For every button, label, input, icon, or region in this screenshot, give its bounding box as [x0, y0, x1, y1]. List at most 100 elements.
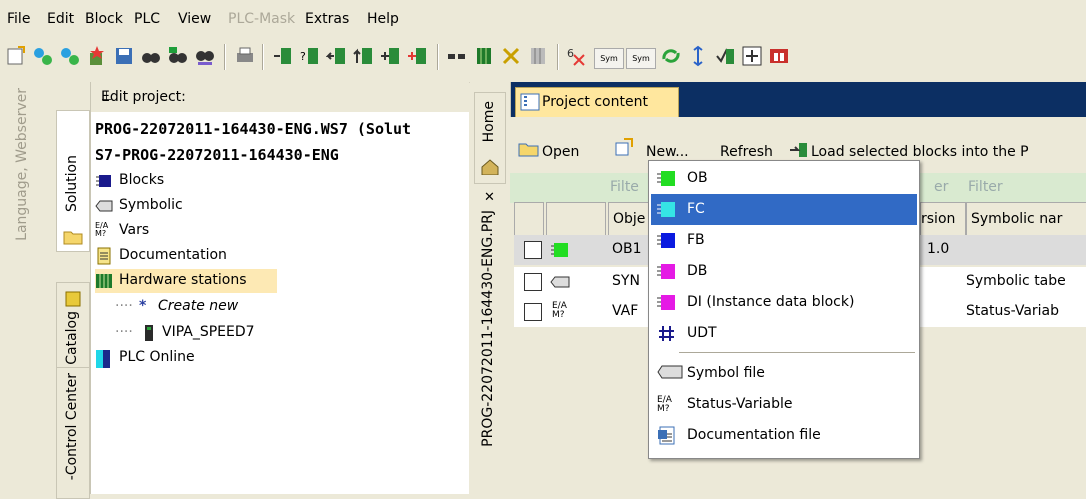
menu-plc[interactable]: PLC: [134, 11, 160, 27]
save-icon[interactable]: [113, 45, 135, 67]
svg-text:?: ?: [300, 50, 306, 63]
menu-item-ob[interactable]: OB: [651, 163, 917, 194]
db-icon: [657, 262, 676, 281]
menu-item-db[interactable]: DB: [651, 256, 917, 287]
filter-obj[interactable]: Filte: [610, 179, 639, 195]
menu-block[interactable]: Block: [85, 11, 123, 27]
tab-home[interactable]: Home: [474, 92, 506, 184]
folder-icon: [63, 229, 83, 249]
column-header-symbolic[interactable]: Symbolic nar: [966, 202, 1086, 236]
row-obj: SYN: [612, 273, 640, 289]
menu-plc-mask: PLC-Mask: [228, 11, 296, 27]
filter-version[interactable]: er: [934, 179, 948, 195]
close-tab-icon[interactable]: ✕: [484, 190, 495, 205]
block-icon-2[interactable]: ?: [299, 45, 321, 67]
udt-icon: [657, 324, 676, 343]
ob-icon: [657, 169, 676, 188]
network2-icon[interactable]: [59, 45, 81, 67]
side-tabs: Solution Catalog -Control Center: [52, 82, 90, 499]
row-checkbox[interactable]: [524, 273, 542, 291]
new-icon: [614, 137, 638, 161]
menu-item-fc[interactable]: FC: [651, 194, 917, 225]
symbol-file-icon: [657, 364, 683, 383]
check-icon[interactable]: [714, 45, 736, 67]
menu-edit[interactable]: Edit: [47, 11, 74, 27]
tab-solution[interactable]: Solution: [56, 110, 90, 252]
toolbar: ? 6 Sym Sym: [0, 36, 1086, 83]
star-icon[interactable]: [86, 45, 108, 67]
delete-icon[interactable]: [500, 45, 522, 67]
menu-item-symbol-file[interactable]: Symbol file: [651, 358, 917, 389]
insert-icon[interactable]: [741, 45, 763, 67]
menu-item-status-variable-label: Status-Variable: [687, 396, 793, 412]
menu-file[interactable]: File: [7, 11, 30, 27]
module-icon-3[interactable]: [527, 45, 549, 67]
home-strip: Home ✕ PROG-22072011-164430-ENG.PRJ: [470, 82, 511, 494]
fc-icon: [657, 200, 676, 219]
tree-item-hardware-stations[interactable]: Hardware stations: [95, 269, 277, 293]
open-button[interactable]: Open: [542, 144, 579, 160]
symbol-table-icon: [550, 273, 572, 295]
window-icon[interactable]: [768, 45, 790, 67]
language-webserver-strip[interactable]: Language, Webserver: [0, 82, 53, 494]
block-icon-5[interactable]: [380, 45, 402, 67]
sym-button-1[interactable]: Sym: [594, 48, 624, 69]
block-icon-6[interactable]: [407, 45, 429, 67]
hardware-icon: [95, 272, 113, 290]
column-header-type[interactable]: [546, 202, 606, 236]
row-checkbox[interactable]: [524, 241, 542, 259]
tree-item-create-new-label: Create new: [158, 298, 239, 314]
refresh-green-icon[interactable]: [660, 45, 682, 67]
tree-connector-icon-2: ····: [115, 324, 133, 340]
block-icon-1[interactable]: [272, 45, 294, 67]
find-green-icon[interactable]: [167, 45, 189, 67]
network-icon[interactable]: [32, 45, 54, 67]
block-icon-3[interactable]: [325, 45, 348, 67]
tree-item-project-label: S7-PROG-22072011-164430-ENG: [95, 146, 339, 164]
menu-item-fb[interactable]: FB: [651, 225, 917, 256]
cpu-icon: [143, 324, 161, 342]
pin-icon[interactable]: ⊥: [101, 89, 457, 104]
new-button[interactable]: New...: [646, 144, 689, 160]
menu-item-fc-label: FC: [687, 201, 705, 217]
tab-project-content[interactable]: Project content: [515, 87, 679, 118]
project-tree-panel: Edit project: ⊥ PROG-22072011-164430-ENG…: [90, 82, 469, 494]
menu-item-documentation-file[interactable]: Documentation file: [651, 420, 917, 451]
new-project-icon[interactable]: [5, 45, 27, 67]
menu-extras[interactable]: Extras: [305, 11, 349, 27]
tab-control-center[interactable]: -Control Center: [56, 367, 90, 499]
find-icon[interactable]: [140, 45, 162, 67]
load-blocks-button[interactable]: Load selected blocks into the P: [811, 144, 1029, 160]
refresh-button[interactable]: Refresh: [720, 144, 773, 160]
print-icon[interactable]: [234, 45, 256, 67]
sym-button-2[interactable]: Sym: [626, 48, 656, 69]
row-version: 1.0: [927, 241, 950, 257]
module-icon-1[interactable]: [446, 45, 468, 67]
height-icon[interactable]: [687, 45, 709, 67]
menu-view[interactable]: View: [178, 11, 211, 27]
find-next-icon[interactable]: [194, 45, 216, 67]
vars-icon: E/A M?: [95, 221, 109, 238]
symbolic-icon: [95, 197, 113, 215]
block-icon-4[interactable]: [353, 45, 375, 67]
di-icon: [657, 293, 676, 312]
column-header-symbolic-label: Symbolic nar: [971, 211, 1063, 227]
filter-symbolic[interactable]: Filter: [968, 179, 1003, 195]
documentation-icon: [95, 247, 113, 265]
tree-item-blocks-label: Blocks: [119, 172, 165, 188]
row-obj: VAF: [612, 303, 639, 319]
row-checkbox[interactable]: [524, 303, 542, 321]
menu-item-di[interactable]: DI (Instance data block): [651, 287, 917, 318]
menu-item-status-variable[interactable]: E/A M? Status-Variable: [651, 389, 917, 420]
menu-item-fb-label: FB: [687, 232, 705, 248]
menu-item-udt[interactable]: UDT: [651, 318, 917, 349]
module-icon-2[interactable]: [473, 45, 495, 67]
column-header-version[interactable]: rsion: [920, 202, 966, 236]
menu-help[interactable]: Help: [367, 11, 399, 27]
column-header-check[interactable]: [514, 202, 544, 236]
row-symbolic: Symbolic tabe: [966, 273, 1066, 289]
status-variable-icon: E/A M?: [657, 395, 672, 414]
column-header-object-label: Obje: [613, 211, 646, 227]
new-dropdown-menu: OB FC FB DB DI (Instance data block) UDT…: [648, 160, 920, 459]
sym-delete-icon[interactable]: 6: [566, 45, 588, 67]
